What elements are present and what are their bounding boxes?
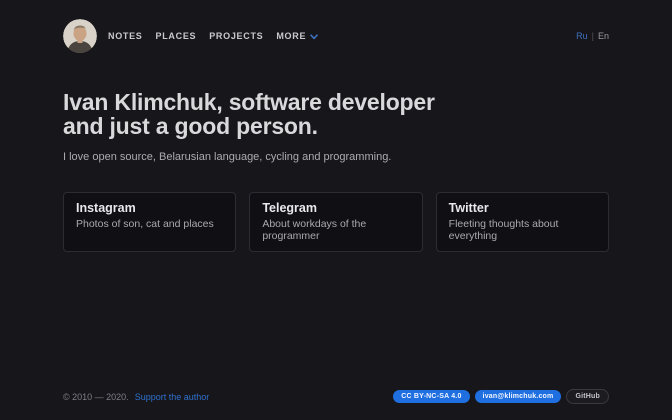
copyright-text: © 2010 — 2020. — [63, 392, 129, 402]
social-cards: Instagram Photos of son, cat and places … — [63, 192, 609, 252]
github-badge[interactable]: GitHub — [566, 389, 609, 404]
page-title-line-1: Ivan Klimchuk, software developer — [63, 91, 609, 115]
nav-item-label: Projects — [209, 31, 263, 41]
nav-item-places[interactable]: Places — [156, 31, 197, 41]
card-title: Twitter — [449, 201, 596, 216]
page: Notes Places Projects More Ru | En Ivan … — [0, 0, 672, 420]
nav-links: Notes Places Projects More — [108, 31, 318, 41]
page-title: Ivan Klimchuk, software developer and ju… — [63, 91, 609, 138]
lang-option-ru[interactable]: Ru — [576, 31, 588, 41]
language-switcher: Ru | En — [576, 31, 609, 41]
nav-item-notes[interactable]: Notes — [108, 31, 143, 41]
card-instagram[interactable]: Instagram Photos of son, cat and places — [63, 192, 236, 252]
chevron-down-icon — [310, 34, 318, 40]
hero-subtitle: I love open source, Belarusian language,… — [63, 151, 609, 163]
card-description: About workdays of the programmer — [262, 218, 409, 242]
nav-item-label: Places — [156, 31, 197, 41]
lang-option-en: En — [598, 31, 609, 41]
email-badge[interactable]: ivan@klimchuk.com — [475, 390, 562, 403]
support-author-link[interactable]: Support the author — [135, 392, 210, 402]
nav-item-more[interactable]: More — [276, 31, 318, 41]
avatar-photo — [63, 19, 97, 53]
top-navigation: Notes Places Projects More Ru | En — [63, 0, 609, 53]
hero-section: Ivan Klimchuk, software developer and ju… — [63, 91, 609, 163]
card-title: Instagram — [76, 201, 223, 216]
footer-badges: CC BY-NC-SA 4.0 ivan@klimchuk.com GitHub — [393, 389, 609, 404]
license-badge[interactable]: CC BY-NC-SA 4.0 — [393, 390, 469, 403]
card-description: Photos of son, cat and places — [76, 218, 223, 230]
nav-item-label: Notes — [108, 31, 143, 41]
nav-item-projects[interactable]: Projects — [209, 31, 263, 41]
page-title-line-2: and just a good person. — [63, 115, 609, 139]
footer: © 2010 — 2020. Support the author CC BY-… — [63, 389, 609, 420]
lang-divider: | — [592, 31, 594, 41]
avatar[interactable] — [63, 19, 97, 53]
card-telegram[interactable]: Telegram About workdays of the programme… — [249, 192, 422, 252]
nav-item-label: More — [276, 31, 306, 41]
card-twitter[interactable]: Twitter Fleeting thoughts about everythi… — [436, 192, 609, 252]
footer-left: © 2010 — 2020. Support the author — [63, 392, 209, 402]
card-title: Telegram — [262, 201, 409, 216]
card-description: Fleeting thoughts about everything — [449, 218, 596, 242]
